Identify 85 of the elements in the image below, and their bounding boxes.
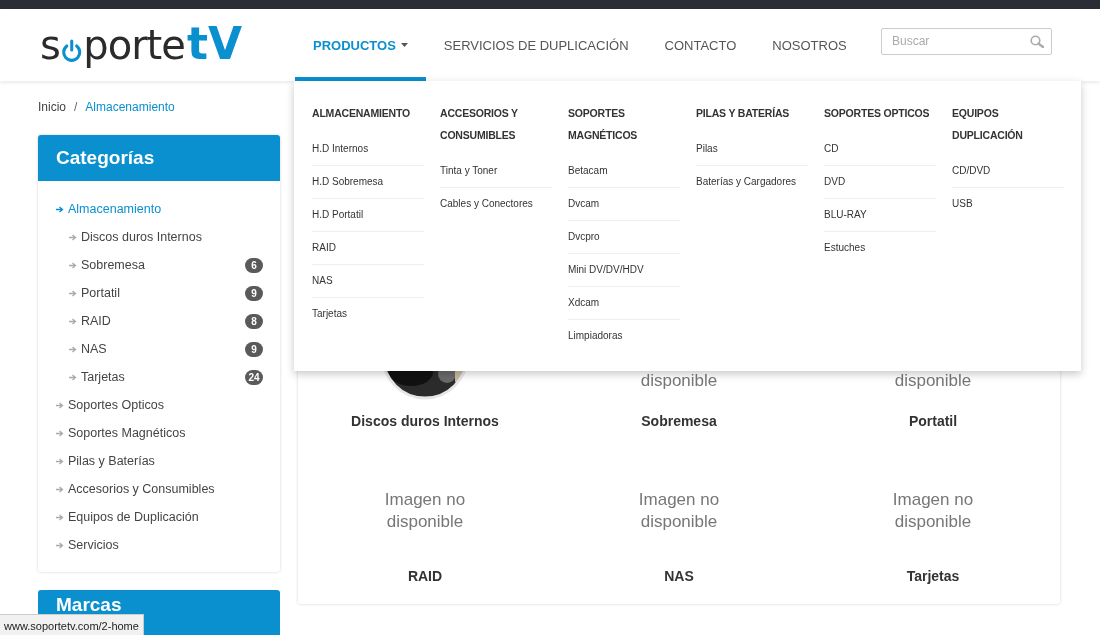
breadcrumb-link[interactable]: Almacenamiento bbox=[85, 99, 175, 117]
logo-text: porte bbox=[83, 22, 185, 67]
category-link[interactable]: Discos duros Internos bbox=[69, 230, 202, 244]
panel-title: Categorías bbox=[38, 135, 280, 181]
menu-item[interactable]: USB bbox=[952, 188, 1064, 220]
count-badge: 9 bbox=[245, 285, 263, 301]
arrow-icon bbox=[69, 373, 77, 381]
search-icon bbox=[1030, 34, 1044, 48]
menu-heading: SOPORTES MAGNÉTICOS bbox=[568, 106, 639, 143]
arrow-icon bbox=[69, 261, 77, 269]
menu-item[interactable]: Xdcam bbox=[568, 287, 680, 320]
arrow-icon bbox=[69, 289, 77, 297]
menu-heading: SOPORTES OPTICOS bbox=[824, 106, 931, 121]
menu-item[interactable]: CD/DVD bbox=[952, 155, 1064, 188]
menu-heading: EQUIPOS DUPLICACIÓN bbox=[952, 106, 1024, 143]
arrow-icon bbox=[56, 513, 64, 521]
menu-item[interactable]: Dvcam bbox=[568, 188, 680, 221]
category-link[interactable]: RAID bbox=[69, 314, 111, 328]
count-badge: 9 bbox=[245, 341, 263, 357]
menu-item[interactable]: Cables y Conectores bbox=[440, 188, 552, 220]
subcategory-link[interactable]: NAS bbox=[664, 566, 694, 586]
subcategory-link[interactable]: Portatil bbox=[908, 411, 958, 431]
menu-item[interactable]: H.D Sobremesa bbox=[312, 166, 424, 199]
menu-item[interactable]: Estuches bbox=[824, 232, 936, 264]
menu-item[interactable]: Betacam bbox=[568, 155, 680, 188]
nav-link[interactable]: SERVICIOS DE DUPLICACIÓN bbox=[425, 9, 647, 81]
arrow-icon bbox=[69, 317, 77, 325]
menu-item[interactable]: Tarjetas bbox=[312, 298, 424, 330]
category-link[interactable]: Almacenamiento bbox=[56, 202, 162, 216]
menu-item[interactable]: RAID bbox=[312, 232, 424, 265]
status-url: www.soportetv.com/2-home bbox=[4, 620, 139, 632]
arrow-icon bbox=[69, 345, 77, 353]
arrow-icon bbox=[56, 205, 64, 213]
menu-item[interactable]: NAS bbox=[312, 265, 424, 298]
power-icon bbox=[60, 38, 83, 62]
arrow-icon bbox=[56, 457, 64, 465]
menu-item[interactable]: Pilas bbox=[696, 133, 808, 166]
menu-heading: ACCESORIOS Y CONSUMIBLES bbox=[440, 106, 519, 143]
category-link[interactable]: Soportes Magnéticos bbox=[56, 426, 186, 440]
nav-link[interactable]: CONTACTO bbox=[646, 9, 755, 81]
count-badge: 6 bbox=[245, 257, 263, 273]
image-unavailable-text: disponible bbox=[894, 370, 972, 392]
menu-heading: ALMACENAMIENTO bbox=[312, 106, 411, 121]
subcategory-link[interactable]: RAID bbox=[407, 566, 443, 586]
category-link[interactable]: Tarjetas bbox=[69, 370, 125, 384]
image-unavailable-text: Imagen no disponible bbox=[383, 489, 467, 533]
category-link[interactable]: Sobremesa bbox=[69, 258, 145, 272]
image-unavailable-text: disponible bbox=[640, 370, 718, 392]
menu-item[interactable]: BLU-RAY bbox=[824, 199, 936, 232]
arrow-icon bbox=[56, 541, 64, 549]
menu-item[interactable]: H.D Portatil bbox=[312, 199, 424, 232]
panel-title: Marcas bbox=[55, 593, 123, 616]
category-link[interactable]: NAS bbox=[69, 342, 107, 356]
logo-text: s bbox=[40, 22, 60, 67]
count-badge: 24 bbox=[245, 369, 263, 385]
menu-item[interactable]: Tinta y Toner bbox=[440, 155, 552, 188]
category-link[interactable]: Servicios bbox=[56, 538, 119, 552]
count-badge: 8 bbox=[245, 313, 263, 329]
subcategory-link[interactable]: Tarjetas bbox=[906, 566, 960, 586]
arrow-icon bbox=[56, 429, 64, 437]
subcategory-link[interactable]: Discos duros Internos bbox=[351, 411, 499, 431]
breadcrumb-separator: / bbox=[74, 99, 78, 116]
arrow-icon bbox=[69, 233, 77, 241]
menu-item[interactable]: DVD bbox=[824, 166, 936, 199]
image-unavailable-text: Imagen no disponible bbox=[637, 489, 721, 533]
arrow-icon bbox=[56, 401, 64, 409]
category-link[interactable]: Soportes Opticos bbox=[56, 398, 164, 412]
category-link[interactable]: Equipos de Duplicación bbox=[56, 510, 199, 524]
menu-item[interactable]: CD bbox=[824, 133, 936, 166]
search-field[interactable]: Buscar bbox=[881, 27, 1052, 55]
menu-item[interactable]: H.D Internos bbox=[312, 133, 424, 166]
category-link[interactable]: Accesorios y Consumibles bbox=[56, 482, 215, 496]
menu-item[interactable]: Dvcpro bbox=[568, 221, 680, 254]
menu-item[interactable]: Limpiadoras bbox=[568, 320, 680, 352]
breadcrumb-link[interactable]: Inicio bbox=[38, 99, 66, 117]
menu-item[interactable]: Baterías y Cargadores bbox=[696, 166, 808, 198]
nav-link[interactable]: NOSOTROS bbox=[754, 9, 865, 81]
menu-heading: PILAS Y BATERÍAS bbox=[696, 106, 791, 121]
arrow-icon bbox=[56, 485, 64, 493]
subcategory-link[interactable]: Sobremesa bbox=[641, 411, 717, 431]
menu-item[interactable]: Mini DV/DV/HDV bbox=[568, 254, 680, 287]
category-link[interactable]: Pilas y Baterías bbox=[56, 454, 155, 468]
logo-text: tV bbox=[186, 21, 242, 66]
image-unavailable-text: Imagen no disponible bbox=[891, 489, 975, 533]
category-link[interactable]: Portatil bbox=[69, 286, 120, 300]
